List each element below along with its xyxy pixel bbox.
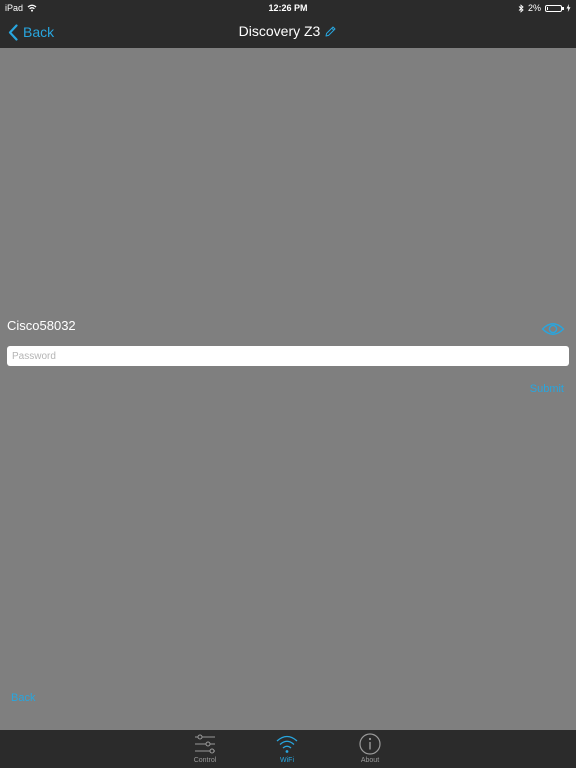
sliders-icon [195,734,215,754]
footer-back-button[interactable]: Back [11,692,35,704]
bluetooth-icon [518,3,524,13]
wifi-icon [276,735,298,753]
tab-bar: Control WiFi About [0,730,576,768]
tab-control[interactable]: Control [180,732,230,768]
charging-icon [566,4,571,12]
battery-icon [545,4,564,12]
status-time: 12:26 PM [268,3,308,13]
pencil-icon[interactable] [324,25,337,38]
tab-wifi[interactable]: WiFi [262,732,312,768]
page-title-text: Discovery Z3 [238,23,321,39]
submit-button[interactable]: Submit [530,383,564,395]
info-icon [359,733,381,755]
tab-about[interactable]: About [345,732,395,768]
navigation-bar: iPad 12:26 PM 2% Back Discovery Z3 [0,0,576,48]
status-right: 2% [518,3,571,13]
status-bar: iPad 12:26 PM 2% [0,0,576,16]
network-name: Cisco58032 [7,318,76,333]
tab-about-label: About [360,757,380,764]
battery-percent: 2% [527,3,541,13]
tab-control-label: Control [193,757,217,764]
tab-wifi-label: WiFi [280,757,294,764]
page-title: Discovery Z3 [0,23,576,39]
title-wrap: Discovery Z3 [239,23,338,39]
eye-icon[interactable] [541,320,565,338]
password-input[interactable] [7,346,569,366]
